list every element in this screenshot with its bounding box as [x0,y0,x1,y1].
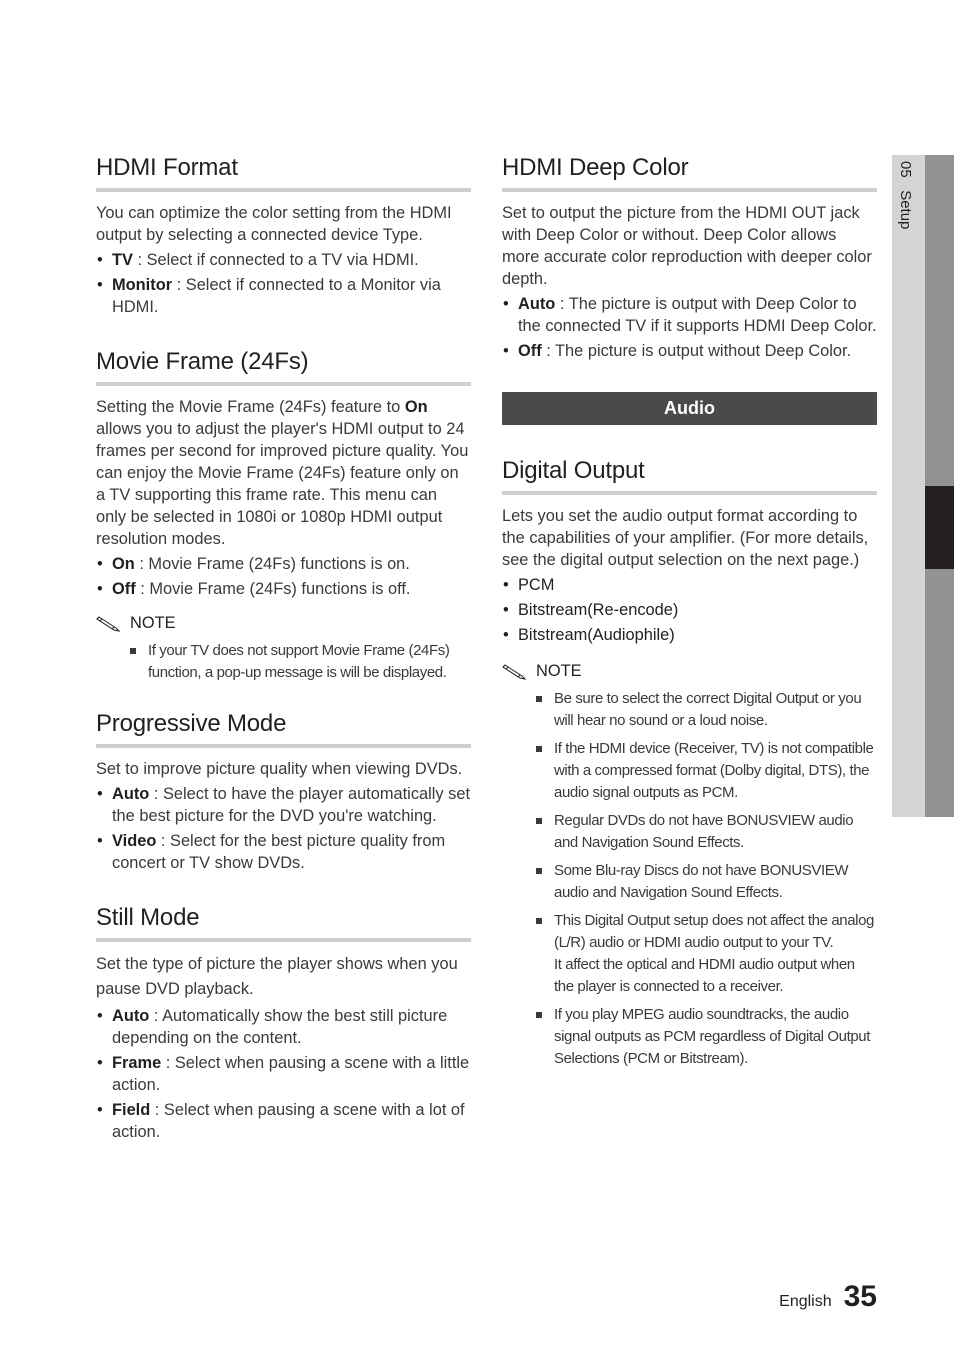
page-number: 35 [843,1280,877,1313]
bullet-icon: • [97,832,103,850]
section-progressive-mode: Progressive Mode Set to improve picture … [96,706,471,874]
bullet-icon: • [97,1101,103,1119]
bullet-item: • Auto : Select to have the player automa… [97,785,471,825]
section-hdmi-format: HDMI Format You can optimize the color s… [96,150,471,318]
bullet-item: • On : Movie Frame (24Fs) functions is on… [97,555,410,573]
title-rule [96,938,471,942]
note-heading: NOTE [502,660,877,682]
section-title: Digital Output [502,457,645,484]
pencil-icon [502,664,527,680]
option-list: • PCM • Bitstream(Re-encode) • Bitstream(Au… [502,574,877,646]
section-body: Set to improve picture quality when view… [96,760,463,778]
bullet-item: • Off : Movie Frame (24Fs) functions is o… [97,580,411,598]
left-column: HDMI Format You can optimize the color s… [96,150,471,1146]
title-rule [96,382,471,386]
bullet-icon: • [503,295,509,313]
section-body: Set the type of picture the player shows… [96,955,458,998]
note-item: Regular DVDs do not have BONUSVIEW audio… [534,810,877,854]
bullet-item: • Frame : Select when pausing a scene wit… [97,1054,470,1094]
side-tab-current-marker [925,486,954,569]
square-bullet-icon [536,918,542,924]
bullet-icon: • [97,1054,103,1072]
note-item: If you play MPEG audio soundtracks, the … [534,1004,877,1070]
note-item: This Digital Output setup does not affec… [534,910,877,998]
bullet-icon: • [503,601,509,619]
bullet-list: • Auto : Select to have the player automa… [96,783,471,874]
section-body: Setting the Movie Frame (24Fs) feature t… [96,398,469,548]
note-item: Some Blu-ray Discs do not have BONUSVIEW… [534,860,877,904]
section-still-mode: Still Mode Set the type of picture the p… [96,900,471,1143]
square-bullet-icon [536,1012,542,1018]
pencil-icon [96,616,121,632]
bullet-icon: • [97,785,103,803]
bullet-list: • Auto : Automatically show the best stil… [96,1005,471,1143]
title-rule [96,188,471,192]
note-list: Be sure to select the correct Digital Ou… [502,688,877,1070]
bullet-item: • Monitor : Select if connected to a Moni… [97,276,441,316]
bullet-item: • Auto : Automatically show the best stil… [97,1007,448,1047]
title-rule [96,744,471,748]
audio-section-band: Audio [502,392,877,425]
section-body: Set to output the picture from the HDMI … [502,204,872,288]
bullet-icon: • [97,276,103,294]
section-title: HDMI Format [96,154,238,181]
section-title: Still Mode [96,904,200,931]
chapter-side-tab: 05 Setup [892,155,954,817]
note-heading: NOTE [96,612,471,634]
note-item: Be sure to select the correct Digital Ou… [534,688,877,732]
bullet-item: • Off : The picture is output without Dee… [503,342,852,360]
square-bullet-icon [536,746,542,752]
note-item: If your TV does not support Movie Frame … [128,640,471,684]
bullet-item: • Auto : The picture is output with Deep … [503,295,877,335]
bullet-icon: • [97,580,103,598]
square-bullet-icon [536,696,542,702]
bullet-item: • Video : Select for the best picture qua… [97,832,446,872]
bullet-icon: • [97,1007,103,1025]
square-bullet-icon [130,648,136,654]
language-label: English [779,1293,832,1310]
page-footer: English 35 [779,1280,877,1314]
bullet-icon: • [503,342,509,360]
bullet-icon: • [97,555,103,573]
right-column: HDMI Deep Color Set to output the pictur… [502,150,877,1076]
section-body: Lets you set the audio output format acc… [502,507,869,569]
square-bullet-icon [536,818,542,824]
note-list: If your TV does not support Movie Frame … [96,640,471,684]
square-bullet-icon [536,868,542,874]
chapter-label: 05 Setup [897,161,914,230]
bullet-list: • Auto : The picture is output with Deep … [502,293,877,362]
bullet-icon: • [503,576,509,594]
option-item: • Bitstream(Re-encode) [503,601,679,619]
option-item: • Bitstream(Audiophile) [503,626,675,644]
section-digital-output: Digital Output Lets you set the audio ou… [502,453,877,1070]
bullet-list: • On : Movie Frame (24Fs) functions is on… [96,553,471,600]
bullet-icon: • [503,626,509,644]
bullet-list: • TV : Select if connected to a TV via HD… [96,249,471,318]
section-body: You can optimize the color setting from … [96,204,452,244]
section-hdmi-deep-color: HDMI Deep Color Set to output the pictur… [502,150,877,362]
title-rule [502,491,877,495]
bullet-item: • Field : Select when pausing a scene wit… [97,1101,465,1141]
side-tab-light-strip: 05 Setup [892,155,925,817]
bullet-icon: • [97,251,103,269]
section-title: Progressive Mode [96,710,287,737]
option-item: • PCM [503,576,555,594]
title-rule [502,188,877,192]
note-item: If the HDMI device (Receiver, TV) is not… [534,738,877,804]
bullet-item: • TV : Select if connected to a TV via HD… [97,251,419,269]
section-movie-frame: Movie Frame (24Fs) Setting the Movie Fra… [96,344,471,684]
section-title: Movie Frame (24Fs) [96,348,309,375]
section-title: HDMI Deep Color [502,154,689,181]
